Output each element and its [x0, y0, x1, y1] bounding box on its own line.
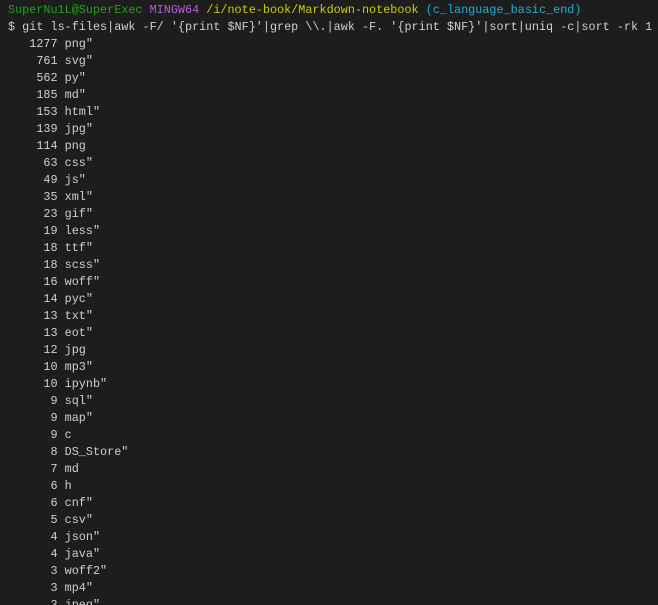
output-line: 13 eot"	[8, 325, 658, 342]
output-line: 9 map"	[8, 410, 658, 427]
output-line: 5 csv"	[8, 512, 658, 529]
output-line: 3 mp4"	[8, 580, 658, 597]
output-line: 185 md"	[8, 87, 658, 104]
output-line: 12 jpg	[8, 342, 658, 359]
output-line: 49 js"	[8, 172, 658, 189]
output-line: 153 html"	[8, 104, 658, 121]
output-line: 1277 png"	[8, 36, 658, 53]
output-line: 18 ttf"	[8, 240, 658, 257]
output-line: 14 pyc"	[8, 291, 658, 308]
output-line: 19 less"	[8, 223, 658, 240]
output-line: 7 md	[8, 461, 658, 478]
command-output: 1277 png" 761 svg" 562 py" 185 md" 153 h…	[8, 36, 658, 605]
prompt-cwd: /i/note-book/Markdown-notebook	[206, 2, 418, 19]
output-line: 9 sql"	[8, 393, 658, 410]
output-line: 114 png	[8, 138, 658, 155]
output-line: 13 txt"	[8, 308, 658, 325]
output-line: 23 gif"	[8, 206, 658, 223]
prompt-symbol: $	[8, 19, 15, 36]
output-line: 16 woff"	[8, 274, 658, 291]
output-line: 9 c	[8, 427, 658, 444]
output-line: 10 ipynb"	[8, 376, 658, 393]
output-line: 3 woff2"	[8, 563, 658, 580]
output-line: 10 mp3"	[8, 359, 658, 376]
output-line: 8 DS_Store"	[8, 444, 658, 461]
terminal-window[interactable]: SuperNu1L@SuperExec MINGW64 /i/note-book…	[0, 0, 658, 605]
output-line: 63 css"	[8, 155, 658, 172]
prompt-git-branch: (c_language_basic_end)	[426, 2, 582, 19]
output-line: 3 jpeg"	[8, 597, 658, 605]
command-text: git ls-files|awk -F/ '{print $NF}'|grep …	[22, 19, 652, 36]
prompt-line: SuperNu1L@SuperExec MINGW64 /i/note-book…	[8, 2, 658, 19]
output-line: 761 svg"	[8, 53, 658, 70]
output-line: 4 java"	[8, 546, 658, 563]
output-line: 35 xml"	[8, 189, 658, 206]
output-line: 18 scss"	[8, 257, 658, 274]
prompt-environment: MINGW64	[150, 2, 200, 19]
output-line: 562 py"	[8, 70, 658, 87]
output-line: 139 jpg"	[8, 121, 658, 138]
output-line: 6 h	[8, 478, 658, 495]
command-line: $ git ls-files|awk -F/ '{print $NF}'|gre…	[8, 19, 658, 36]
prompt-user-host: SuperNu1L@SuperExec	[8, 2, 143, 19]
output-line: 6 cnf"	[8, 495, 658, 512]
output-line: 4 json"	[8, 529, 658, 546]
